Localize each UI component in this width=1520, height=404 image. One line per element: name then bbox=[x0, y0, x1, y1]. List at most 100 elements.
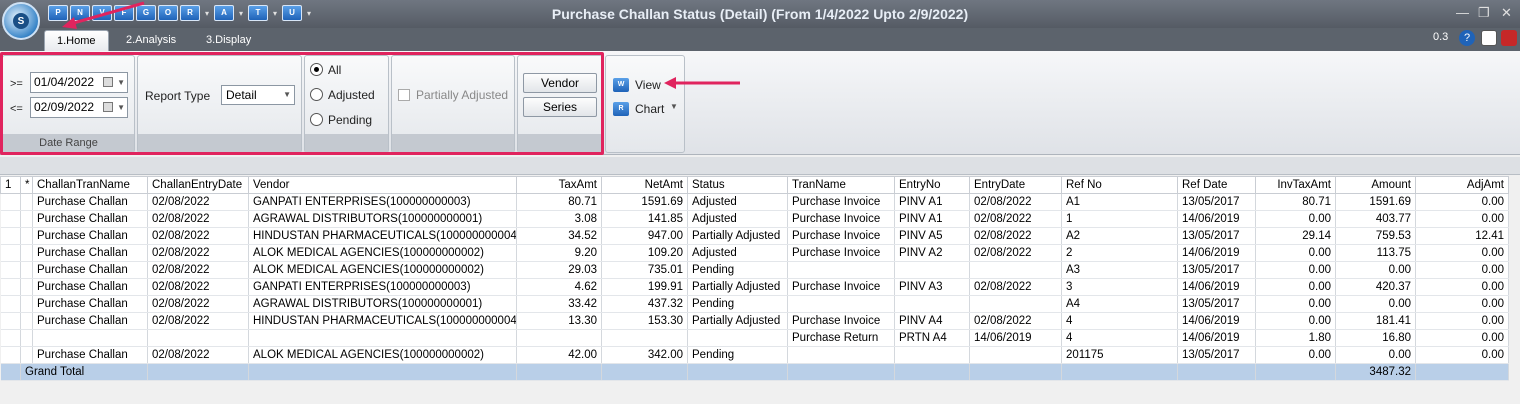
tab-display[interactable]: 3.Display bbox=[194, 30, 263, 51]
table-cell: 109.20 bbox=[601, 244, 688, 262]
column-header[interactable]: ChallanEntryDate bbox=[147, 176, 249, 194]
table-cell: 0.00 bbox=[1415, 312, 1509, 330]
app-logo[interactable]: S bbox=[2, 2, 40, 40]
column-header[interactable]: Status bbox=[687, 176, 788, 194]
row-marker bbox=[20, 278, 33, 296]
table-row[interactable]: Purchase Challan 02/08/2022 HINDUSTAN PHAR… bbox=[0, 227, 1509, 245]
row-selector[interactable] bbox=[0, 295, 21, 313]
table-cell bbox=[969, 261, 1062, 279]
table-cell bbox=[687, 329, 788, 347]
help-icon[interactable]: ? bbox=[1459, 30, 1475, 46]
table-cell: 1591.69 bbox=[1335, 193, 1416, 211]
row-selector[interactable] bbox=[0, 312, 21, 330]
table-cell: 181.41 bbox=[1335, 312, 1416, 330]
column-header[interactable]: TaxAmt bbox=[516, 176, 602, 194]
row-marker bbox=[20, 227, 33, 245]
data-table: 1 * ChallanTranName ChallanEntryDate Vendor T… bbox=[0, 176, 1509, 381]
table-cell: 02/08/2022 bbox=[147, 244, 249, 262]
minimize-button[interactable]: — bbox=[1456, 5, 1469, 20]
column-header[interactable]: Ref No bbox=[1061, 176, 1178, 194]
table-cell: 113.75 bbox=[1335, 244, 1416, 262]
row-selector[interactable] bbox=[0, 193, 21, 211]
row-selector[interactable] bbox=[0, 346, 21, 364]
row-marker-header[interactable]: * bbox=[20, 176, 33, 194]
table-cell: 02/08/2022 bbox=[147, 295, 249, 313]
chart-button[interactable]: Chart bbox=[635, 102, 664, 116]
table-cell: 02/08/2022 bbox=[969, 278, 1062, 296]
row-marker bbox=[20, 244, 33, 262]
tab-analysis[interactable]: 2.Analysis bbox=[114, 30, 188, 51]
table-cell: 342.00 bbox=[601, 346, 688, 364]
view-icon[interactable]: W bbox=[613, 78, 629, 92]
column-header[interactable]: Amount bbox=[1335, 176, 1416, 194]
tab-row: 1.Home 2.Analysis 3.Display 0.3 bbox=[0, 28, 1520, 51]
table-cell: 0.00 bbox=[1255, 278, 1336, 296]
table-cell: PINV A1 bbox=[894, 210, 970, 228]
chevron-down-icon[interactable]: ▼ bbox=[670, 102, 678, 111]
grid-empty-area bbox=[0, 381, 1520, 404]
close-button[interactable]: ✕ bbox=[1501, 5, 1512, 21]
row-marker bbox=[20, 295, 33, 313]
table-cell: Purchase Challan bbox=[32, 193, 148, 211]
column-header[interactable]: Ref Date bbox=[1177, 176, 1256, 194]
pdf-icon[interactable] bbox=[1501, 30, 1517, 46]
row-selector[interactable] bbox=[0, 278, 21, 296]
table-cell: Partially Adjusted bbox=[687, 312, 788, 330]
table-cell bbox=[894, 261, 970, 279]
table-cell bbox=[248, 329, 517, 347]
tab-home[interactable]: 1.Home bbox=[44, 30, 109, 51]
table-cell: 80.71 bbox=[516, 193, 602, 211]
table-row[interactable]: Purchase Challan 02/08/2022 ALOK MEDICAL A… bbox=[0, 244, 1509, 262]
row-index-header[interactable]: 1 bbox=[0, 176, 21, 194]
table-cell: 13/05/2017 bbox=[1177, 227, 1256, 245]
table-cell bbox=[1255, 363, 1336, 381]
table-cell bbox=[601, 363, 688, 381]
table-row[interactable]: Purchase Challan 02/08/2022 HINDUSTAN PHAR… bbox=[0, 312, 1509, 330]
chart-icon[interactable]: R bbox=[613, 102, 629, 116]
table-cell bbox=[894, 295, 970, 313]
table-cell: 02/08/2022 bbox=[147, 193, 249, 211]
table-cell: 02/08/2022 bbox=[969, 227, 1062, 245]
document-icon[interactable] bbox=[1481, 30, 1497, 46]
table-cell: 13.30 bbox=[516, 312, 602, 330]
column-header[interactable]: AdjAmt bbox=[1415, 176, 1509, 194]
table-cell: 153.30 bbox=[601, 312, 688, 330]
row-selector[interactable] bbox=[0, 329, 21, 347]
table-row[interactable]: Purchase Return PRTN A4 14/06/2019 4 14/06/2… bbox=[0, 329, 1509, 347]
table-cell: 02/08/2022 bbox=[147, 261, 249, 279]
view-button[interactable]: View bbox=[635, 78, 661, 92]
column-header[interactable]: TranName bbox=[787, 176, 895, 194]
table-cell: 02/08/2022 bbox=[969, 210, 1062, 228]
table-row[interactable]: Purchase Challan 02/08/2022 GANPATI ENTERP… bbox=[0, 278, 1509, 296]
table-cell: PINV A1 bbox=[894, 193, 970, 211]
column-header[interactable]: EntryNo bbox=[894, 176, 970, 194]
restore-button[interactable]: ❐ bbox=[1478, 5, 1490, 21]
row-selector[interactable] bbox=[0, 261, 21, 279]
table-cell: 437.32 bbox=[601, 295, 688, 313]
column-header[interactable]: EntryDate bbox=[969, 176, 1062, 194]
column-header[interactable]: ChallanTranName bbox=[32, 176, 148, 194]
table-row[interactable]: Purchase Challan 02/08/2022 GANPATI ENTERP… bbox=[0, 193, 1509, 211]
table-row[interactable]: Purchase Challan 02/08/2022 AGRAWAL DISTRI… bbox=[0, 295, 1509, 313]
column-header[interactable]: Vendor bbox=[248, 176, 517, 194]
row-selector[interactable] bbox=[0, 210, 21, 228]
data-grid: 1 * ChallanTranName ChallanEntryDate Vendor T… bbox=[0, 176, 1510, 381]
table-cell: 947.00 bbox=[601, 227, 688, 245]
row-selector[interactable] bbox=[0, 244, 21, 262]
table-cell bbox=[687, 363, 788, 381]
table-cell: AGRAWAL DISTRIBUTORS(100000000001) bbox=[248, 210, 517, 228]
table-row[interactable]: Purchase Challan 02/08/2022 ALOK MEDICAL A… bbox=[0, 346, 1509, 364]
actions-group: W View R Chart ▼ bbox=[605, 55, 685, 153]
table-cell bbox=[1415, 363, 1509, 381]
table-row[interactable]: Purchase Challan 02/08/2022 ALOK MEDICAL A… bbox=[0, 261, 1509, 279]
column-header[interactable]: NetAmt bbox=[601, 176, 688, 194]
table-cell: 14/06/2019 bbox=[1177, 329, 1256, 347]
table-cell: Purchase Invoice bbox=[787, 210, 895, 228]
table-cell: 1 bbox=[1061, 210, 1178, 228]
table-cell: 02/08/2022 bbox=[969, 244, 1062, 262]
row-selector[interactable] bbox=[0, 227, 21, 245]
table-cell: PRTN A4 bbox=[894, 329, 970, 347]
table-cell: AGRAWAL DISTRIBUTORS(100000000001) bbox=[248, 295, 517, 313]
column-header[interactable]: InvTaxAmt bbox=[1255, 176, 1336, 194]
table-row[interactable]: Purchase Challan 02/08/2022 AGRAWAL DISTRI… bbox=[0, 210, 1509, 228]
